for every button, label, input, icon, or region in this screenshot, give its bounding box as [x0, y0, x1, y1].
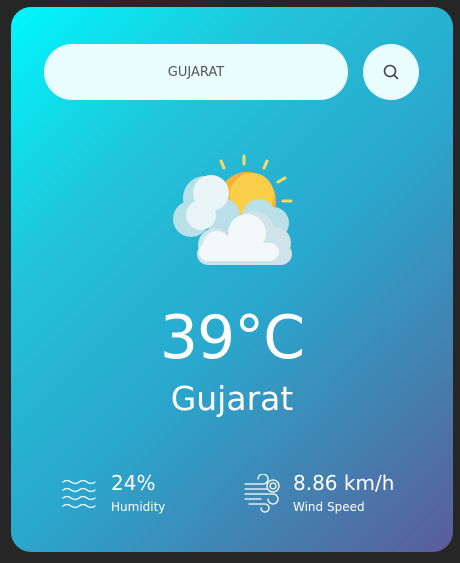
humidity-stat: 24% Humidity	[61, 470, 165, 520]
wind-speed-value: 8.86 km/h	[293, 471, 395, 495]
weather-card: 39°C Gujarat 24% Humidity	[11, 7, 453, 552]
search-input[interactable]	[44, 44, 348, 100]
temperature: 39°C	[159, 303, 305, 373]
humidity-waves-icon	[61, 474, 101, 514]
wind-speed-label: Wind Speed	[293, 500, 365, 514]
city-name: Gujarat	[170, 379, 294, 418]
wind-stat: 8.86 km/h Wind Speed	[243, 470, 394, 520]
partly-cloudy-sun-icon	[167, 153, 297, 268]
wind-icon	[243, 473, 283, 514]
humidity-value: 24%	[111, 471, 156, 495]
search-icon	[383, 64, 399, 80]
humidity-label: Humidity	[111, 500, 166, 514]
search-bar	[44, 44, 419, 100]
search-button[interactable]	[363, 44, 419, 100]
